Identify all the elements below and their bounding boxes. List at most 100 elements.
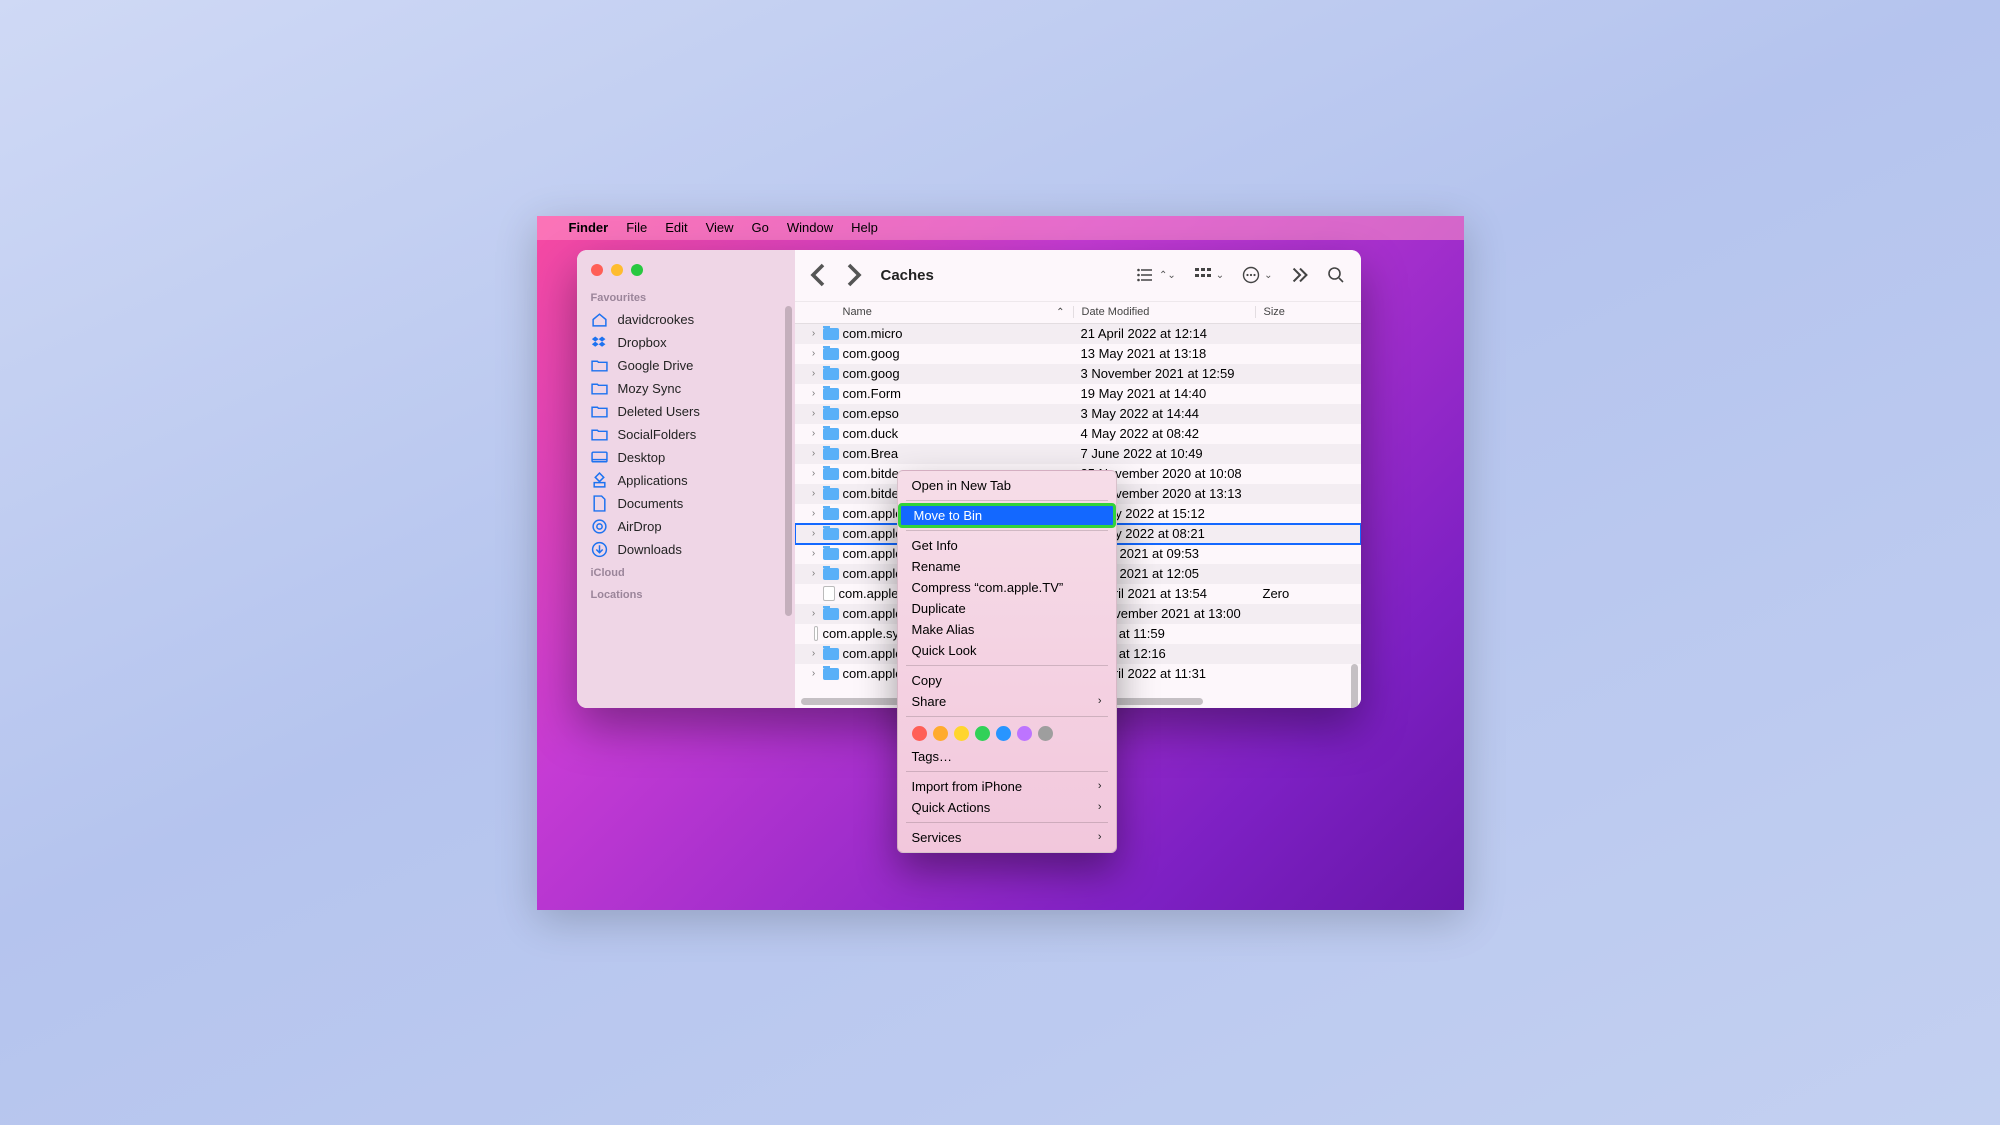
menu-import[interactable]: Import from iPhone› bbox=[898, 776, 1116, 797]
sidebar-item-mozy-sync[interactable]: Mozy Sync bbox=[577, 377, 795, 400]
menu-share[interactable]: Share› bbox=[898, 691, 1116, 712]
disclosure-triangle-icon[interactable]: › bbox=[809, 368, 819, 379]
disclosure-triangle-icon[interactable]: › bbox=[809, 548, 819, 559]
disclosure-triangle-icon[interactable]: › bbox=[809, 568, 819, 579]
menu-file[interactable]: File bbox=[626, 220, 647, 235]
forward-button[interactable] bbox=[841, 263, 865, 287]
menu-tags[interactable]: Tags… bbox=[898, 746, 1116, 767]
disclosure-triangle-icon[interactable]: › bbox=[809, 508, 819, 519]
menu-help[interactable]: Help bbox=[851, 220, 878, 235]
folder-icon bbox=[823, 508, 839, 520]
doc-icon bbox=[591, 495, 608, 512]
sidebar-item-documents[interactable]: Documents bbox=[577, 492, 795, 515]
vertical-scrollbar[interactable] bbox=[1351, 664, 1358, 708]
chevron-down-icon: ⌄ bbox=[1216, 270, 1224, 281]
disclosure-triangle-icon[interactable]: › bbox=[809, 408, 819, 419]
sidebar-item-label: Deleted Users bbox=[618, 404, 700, 419]
file-row[interactable]: ›com.Form19 May 2021 at 14:40 bbox=[795, 384, 1361, 404]
sidebar-item-airdrop[interactable]: AirDrop bbox=[577, 515, 795, 538]
file-row[interactable]: ›com.duck4 May 2022 at 08:42 bbox=[795, 424, 1361, 444]
column-date[interactable]: Date Modified bbox=[1073, 306, 1255, 318]
menu-rename[interactable]: Rename bbox=[898, 556, 1116, 577]
folder-icon bbox=[823, 568, 839, 580]
sidebar-section-locations: Locations bbox=[577, 583, 795, 605]
updown-icon: ⌃⌄ bbox=[1159, 270, 1176, 281]
tag-color-dot[interactable] bbox=[975, 726, 990, 741]
tag-color-dot[interactable] bbox=[1017, 726, 1032, 741]
action-button[interactable]: ⌄ bbox=[1238, 266, 1276, 284]
file-row[interactable]: ›com.goog3 November 2021 at 12:59 bbox=[795, 364, 1361, 384]
sort-asc-icon: ⌃ bbox=[1056, 307, 1064, 318]
menu-duplicate[interactable]: Duplicate bbox=[898, 598, 1116, 619]
disclosure-triangle-icon[interactable]: › bbox=[809, 648, 819, 659]
column-headers: Name⌃ Date Modified Size bbox=[795, 302, 1361, 324]
sidebar-item-applications[interactable]: Applications bbox=[577, 469, 795, 492]
search-button[interactable] bbox=[1323, 266, 1349, 284]
disclosure-triangle-icon[interactable]: › bbox=[809, 528, 819, 539]
disclosure-triangle-icon[interactable]: › bbox=[809, 328, 819, 339]
disclosure-triangle-icon[interactable]: › bbox=[809, 448, 819, 459]
group-button[interactable]: ⌄ bbox=[1190, 266, 1228, 284]
disclosure-triangle-icon[interactable]: › bbox=[809, 388, 819, 399]
tag-color-dot[interactable] bbox=[933, 726, 948, 741]
close-button[interactable] bbox=[591, 264, 603, 276]
file-row[interactable]: ›com.goog13 May 2021 at 13:18 bbox=[795, 344, 1361, 364]
disclosure-triangle-icon[interactable]: › bbox=[809, 468, 819, 479]
view-list-button[interactable]: ⌃⌄ bbox=[1133, 266, 1180, 284]
tag-color-dot[interactable] bbox=[1038, 726, 1053, 741]
column-name[interactable]: Name⌃ bbox=[795, 306, 1073, 318]
sidebar-scrollbar[interactable] bbox=[785, 306, 792, 616]
sidebar-item-davidcrookes[interactable]: davidcrookes bbox=[577, 308, 795, 331]
folder-icon bbox=[823, 608, 839, 620]
separator bbox=[906, 822, 1108, 823]
back-button[interactable] bbox=[807, 263, 831, 287]
desktop: Finder File Edit View Go Window Help Fav… bbox=[537, 216, 1464, 910]
menu-get-info[interactable]: Get Info bbox=[898, 535, 1116, 556]
file-name: com.micro bbox=[843, 326, 903, 341]
file-row[interactable]: ›com.Brea7 June 2022 at 10:49 bbox=[795, 444, 1361, 464]
overflow-button[interactable] bbox=[1287, 266, 1313, 284]
menu-edit[interactable]: Edit bbox=[665, 220, 687, 235]
sidebar-item-socialfolders[interactable]: SocialFolders bbox=[577, 423, 795, 446]
file-row[interactable]: ›com.micro21 April 2022 at 12:14 bbox=[795, 324, 1361, 344]
folder-icon bbox=[823, 488, 839, 500]
disclosure-triangle-icon[interactable]: › bbox=[809, 428, 819, 439]
menu-move-to-bin[interactable]: Move to Bin bbox=[900, 505, 1114, 526]
menu-services[interactable]: Services› bbox=[898, 827, 1116, 848]
disclosure-triangle-icon[interactable]: › bbox=[809, 668, 819, 679]
menu-go[interactable]: Go bbox=[752, 220, 769, 235]
folder-icon bbox=[591, 357, 608, 374]
menu-quick-look[interactable]: Quick Look bbox=[898, 640, 1116, 661]
context-menu: Open in New Tab Move to Bin Get Info Ren… bbox=[897, 470, 1117, 853]
app-menu[interactable]: Finder bbox=[569, 220, 609, 235]
tag-color-dot[interactable] bbox=[954, 726, 969, 741]
menu-view[interactable]: View bbox=[706, 220, 734, 235]
sidebar-item-label: SocialFolders bbox=[618, 427, 697, 442]
disclosure-triangle-icon[interactable]: › bbox=[809, 608, 819, 619]
file-date: 4 May 2022 at 08:42 bbox=[1073, 426, 1255, 441]
menu-quick-actions[interactable]: Quick Actions› bbox=[898, 797, 1116, 818]
menu-copy[interactable]: Copy bbox=[898, 670, 1116, 691]
menu-make-alias[interactable]: Make Alias bbox=[898, 619, 1116, 640]
menu-window[interactable]: Window bbox=[787, 220, 833, 235]
file-date: 3 November 2021 at 12:59 bbox=[1073, 366, 1255, 381]
file-name: com.Brea bbox=[843, 446, 899, 461]
menu-compress[interactable]: Compress “com.apple.TV” bbox=[898, 577, 1116, 598]
disclosure-triangle-icon[interactable]: › bbox=[809, 348, 819, 359]
minimise-button[interactable] bbox=[611, 264, 623, 276]
file-row[interactable]: ›com.epso3 May 2022 at 14:44 bbox=[795, 404, 1361, 424]
tag-color-dot[interactable] bbox=[912, 726, 927, 741]
tag-color-dot[interactable] bbox=[996, 726, 1011, 741]
sidebar-item-desktop[interactable]: Desktop bbox=[577, 446, 795, 469]
list-icon bbox=[1137, 266, 1155, 284]
sidebar-item-google-drive[interactable]: Google Drive bbox=[577, 354, 795, 377]
folder-icon bbox=[823, 468, 839, 480]
sidebar: Favourites davidcrookesDropboxGoogle Dri… bbox=[577, 250, 795, 708]
column-size[interactable]: Size bbox=[1255, 306, 1361, 318]
sidebar-item-downloads[interactable]: Downloads bbox=[577, 538, 795, 561]
menu-open-new-tab[interactable]: Open in New Tab bbox=[898, 475, 1116, 496]
sidebar-item-dropbox[interactable]: Dropbox bbox=[577, 331, 795, 354]
disclosure-triangle-icon[interactable]: › bbox=[809, 488, 819, 499]
zoom-button[interactable] bbox=[631, 264, 643, 276]
sidebar-item-deleted-users[interactable]: Deleted Users bbox=[577, 400, 795, 423]
